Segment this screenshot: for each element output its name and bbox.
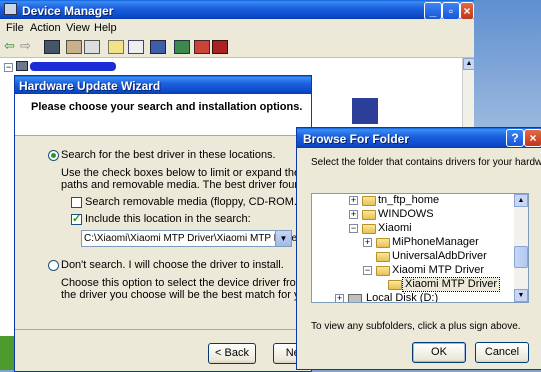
scan-hardware-icon[interactable] [150,40,166,54]
path-dropdown-button[interactable]: ▼ [275,231,291,246]
browse-titlebar[interactable]: Browse For Folder ? × [297,128,541,148]
back-button[interactable]: < Back [208,343,256,364]
wizard-titlebar[interactable]: Hardware Update Wizard [15,76,311,94]
folder-icon [376,252,390,262]
browse-close-button[interactable]: × [524,129,541,147]
minimize-button[interactable]: _ [424,2,442,20]
tree-scroll-up-button[interactable]: ▲ [514,194,528,207]
tree-item-universaladbdriver[interactable]: UniversalAdbDriver [392,250,487,263]
computer-icon [16,61,28,71]
browse-hint: To view any subfolders, click a plus sig… [311,321,521,332]
hardware-wizard-icon-graphic [350,96,380,126]
tree-item-miphonemanager[interactable]: MiPhoneManager [392,236,479,249]
help-icon[interactable] [108,40,124,54]
menu-view[interactable]: View [66,22,90,34]
search-description-line2: paths and removable media. The best driv… [61,179,301,191]
properties-icon[interactable] [66,40,82,54]
menu-action[interactable]: Action [30,22,61,34]
search-removable-media-checkbox[interactable] [71,197,82,208]
wizard-title: Hardware Update Wizard [19,79,161,93]
browse-title: Browse For Folder [303,132,410,146]
collapse-xiaomi-mtp-driver[interactable]: − [363,266,372,275]
cancel-button[interactable]: Cancel [475,342,529,363]
maximize-button[interactable]: ▫ [442,2,460,20]
expand-local-disk-d[interactable]: + [335,294,344,302]
drive-icon [348,294,362,302]
desktop-background [474,0,541,127]
ok-button[interactable]: OK [412,342,466,363]
include-location-checkbox[interactable] [71,212,82,225]
menu-file[interactable]: File [6,22,24,34]
computer-name-redacted[interactable] [30,62,116,71]
tree-item-xiaomi-mtp-driver[interactable]: Xiaomi MTP Driver [392,264,484,277]
tree-item-xiaomi-mtp-driver-selected[interactable]: Xiaomi MTP Driver [401,277,501,292]
hardware-update-wizard: Hardware Update Wizard Please choose you… [14,75,321,372]
search-description-line1: Use the check boxes below to limit or ex… [61,167,301,179]
print-icon[interactable] [84,40,100,54]
expand-windows[interactable]: + [349,210,358,219]
tree-scroll-down-button[interactable]: ▼ [514,289,528,302]
include-location-label[interactable]: Include this location in the search: [85,213,251,225]
dont-search-description-line1: Choose this option to select the device … [61,277,301,289]
disable-device-icon[interactable] [194,40,210,54]
tree-item-local-disk-d[interactable]: Local Disk (D:) [366,292,438,302]
update-driver-icon[interactable] [174,40,190,54]
browse-help-button[interactable]: ? [506,129,524,147]
driver-path-value[interactable]: C:\Xiaomi\Xiaomi MTP Driver\Xiaomi MTP D… [84,233,300,244]
wizard-footer-divider [15,329,311,330]
browse-for-folder-dialog: Browse For Folder ? × Select the folder … [296,127,541,370]
device-manager-titlebar[interactable]: Device Manager _ ▫ × [0,0,474,20]
tree-item-xiaomi[interactable]: Xiaomi [378,222,412,235]
properties-sheet-icon[interactable] [128,40,144,54]
tree-item-windows[interactable]: WINDOWS [378,208,434,221]
open-folder-icon [362,224,376,234]
open-folder-icon [388,280,402,290]
folder-icon [362,196,376,206]
expand-miphonemanager[interactable]: + [363,238,372,247]
dont-search-label[interactable]: Don't search. I will choose the driver t… [61,259,284,271]
device-manager-icon [4,3,17,15]
tree-scroll-thumb[interactable] [514,246,528,268]
driver-path-combobox[interactable]: C:\Xiaomi\Xiaomi MTP Driver\Xiaomi MTP D… [81,230,300,247]
browse-prompt: Select the folder that contains drivers … [311,157,541,168]
collapse-xiaomi[interactable]: − [349,224,358,233]
folder-tree-scrollbar[interactable]: ▲ ▼ [514,194,528,302]
folder-tree[interactable]: + tn_ftp_home + WINDOWS − Xiaomi + MiPho… [311,193,529,303]
dont-search-radio[interactable] [48,260,59,271]
expand-tn-ftp-home[interactable]: + [349,196,358,205]
open-folder-icon [376,266,390,276]
folder-icon [362,210,376,220]
search-removable-media-label[interactable]: Search removable media (floppy, CD-ROM..… [85,196,307,208]
folder-icon [376,238,390,248]
device-manager-title: Device Manager [22,4,114,18]
search-best-driver-label[interactable]: Search for the best driver in these loca… [61,149,276,161]
wizard-header: Please choose your search and installati… [15,94,311,136]
dont-search-description-line2: the driver you choose will be the best m… [61,289,301,301]
search-best-driver-radio[interactable] [48,150,59,161]
close-button[interactable]: × [460,2,474,20]
wizard-heading: Please choose your search and installati… [31,101,303,113]
root-collapse-toggle[interactable]: − [4,63,13,72]
tree-item-tn-ftp-home[interactable]: tn_ftp_home [378,194,439,207]
back-arrow-icon[interactable]: ⇦ [4,38,15,54]
uninstall-device-icon[interactable] [212,40,228,54]
menu-help[interactable]: Help [94,22,117,34]
forward-arrow-icon[interactable]: ⇨ [20,38,31,54]
desktop-hill [0,336,14,370]
show-hide-tree-icon[interactable] [44,40,60,54]
